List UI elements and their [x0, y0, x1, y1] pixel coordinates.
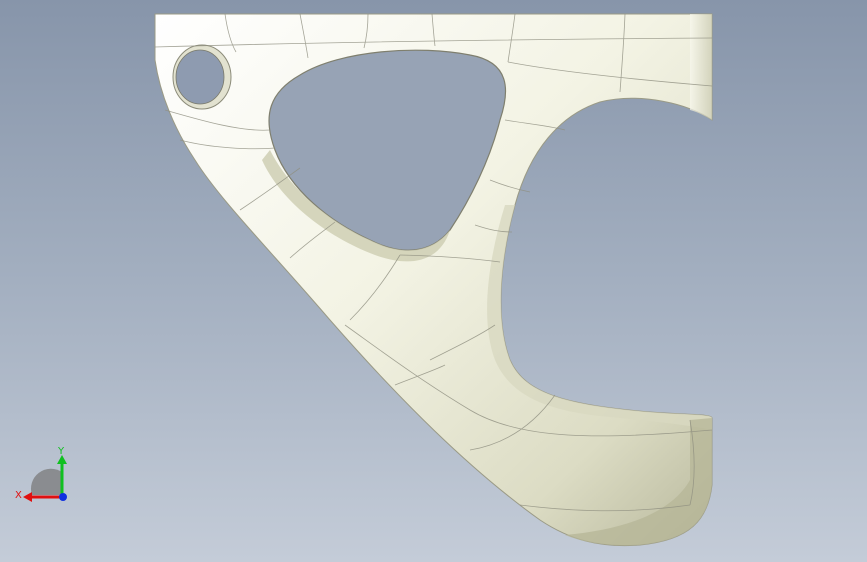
x-axis-arrow	[23, 492, 32, 502]
top-edge-highlight	[690, 14, 712, 120]
mounting-hole-bore	[175, 49, 225, 105]
part-model[interactable]	[0, 0, 867, 562]
axis-triad: Y X	[15, 446, 67, 502]
3d-viewport[interactable]: Y X	[0, 0, 867, 562]
y-axis-label: Y	[57, 446, 65, 457]
z-axis-dot	[59, 493, 67, 501]
triad-plane	[30, 468, 62, 495]
x-axis-label: X	[15, 490, 22, 501]
